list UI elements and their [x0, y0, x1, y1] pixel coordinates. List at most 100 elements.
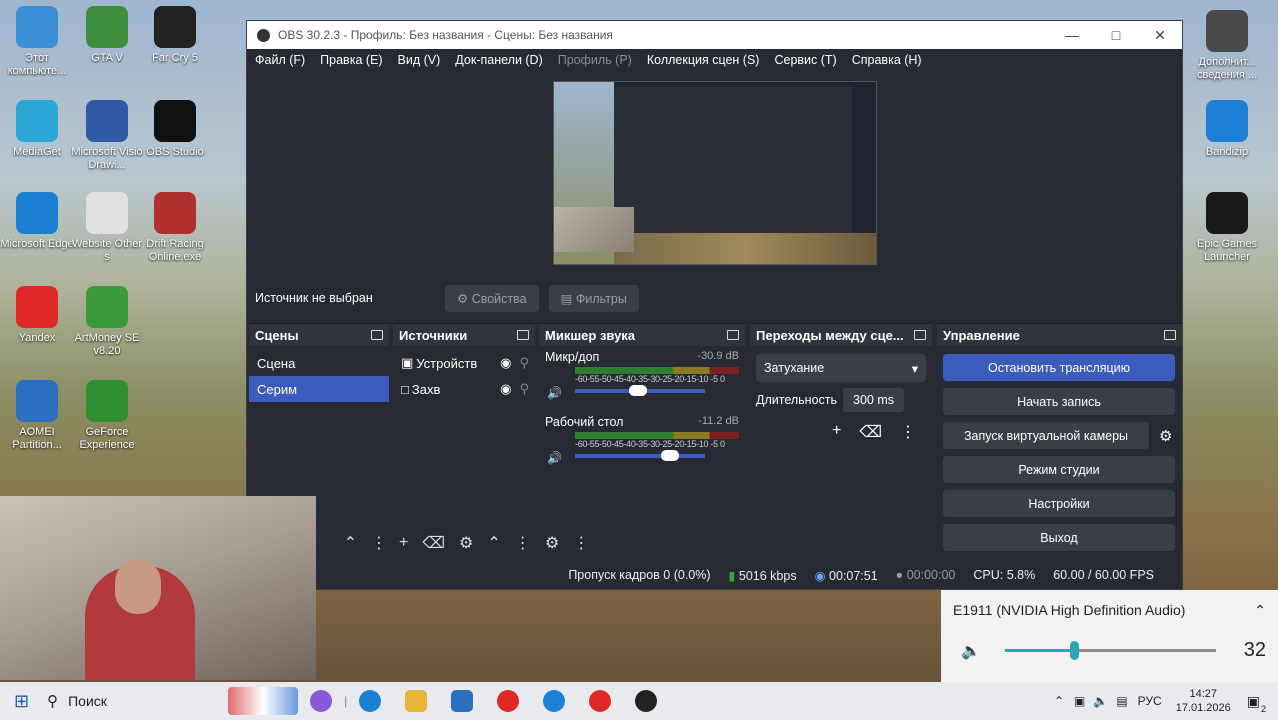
- desktop-icon[interactable]: Website Other s: [70, 192, 144, 264]
- menu-tools[interactable]: Сервис (T): [774, 53, 836, 67]
- minimize-button[interactable]: —: [1050, 27, 1094, 43]
- trash-icon[interactable]: ⌫: [859, 422, 882, 442]
- stop-streaming-button[interactable]: Остановить трансляцию: [943, 354, 1175, 381]
- menu-help[interactable]: Справка (H): [852, 53, 922, 67]
- desktop-icon[interactable]: GTA V: [70, 6, 144, 65]
- language-indicator[interactable]: РУС: [1138, 694, 1162, 708]
- desktop-icon[interactable]: Yandex: [0, 286, 74, 345]
- undock-icon[interactable]: [517, 330, 529, 340]
- preview-canvas[interactable]: [553, 81, 877, 265]
- app-icon: [86, 286, 128, 328]
- store-icon[interactable]: [451, 690, 474, 712]
- menu-file[interactable]: Файл (F): [255, 53, 305, 67]
- obs-icon[interactable]: [635, 690, 658, 712]
- speaker-icon[interactable]: 🔊: [547, 451, 562, 465]
- desktop-icon[interactable]: Bandizip: [1190, 100, 1264, 159]
- lock-icon[interactable]: ⚲: [519, 381, 529, 397]
- yandex-browser-icon[interactable]: [589, 690, 612, 712]
- gear-icon[interactable]: ⚙: [1159, 427, 1172, 456]
- scene-item[interactable]: Сцена: [249, 350, 389, 376]
- volume-slider[interactable]: [1004, 641, 1216, 660]
- app-icon: [86, 380, 128, 422]
- trash-icon[interactable]: ⌫: [422, 533, 445, 553]
- move-up-icon[interactable]: ⌃: [487, 533, 500, 553]
- menu-view[interactable]: Вид (V): [398, 53, 441, 67]
- desktop-icon[interactable]: Far Cry 5: [138, 6, 212, 65]
- eye-icon[interactable]: ◉: [500, 381, 511, 397]
- volume-knob[interactable]: [661, 450, 680, 461]
- chevron-up-icon[interactable]: ⌃: [1054, 694, 1064, 708]
- more-icon[interactable]: ⋮: [900, 422, 916, 442]
- volume-slider-thumb[interactable]: [1070, 641, 1080, 660]
- audio-device-name[interactable]: E1911 (NVIDIA High Definition Audio): [953, 602, 1185, 619]
- move-up-icon[interactable]: ⌃: [344, 533, 357, 553]
- menu-scene-collection[interactable]: Коллекция сцен (S): [647, 53, 760, 67]
- undock-icon[interactable]: [914, 330, 926, 340]
- exit-button[interactable]: Выход: [943, 524, 1175, 551]
- menu-docks[interactable]: Док-панели (D): [455, 53, 542, 67]
- desktop-icon[interactable]: Epic Games Launcher: [1190, 192, 1264, 264]
- source-item[interactable]: ▣ Устройств ◉ ⚲: [393, 350, 535, 376]
- volume-slider[interactable]: [575, 450, 705, 461]
- device-icon[interactable]: ▤: [1116, 694, 1127, 708]
- desktop-icon[interactable]: Дополнит... сведения ...: [1190, 10, 1264, 82]
- properties-button[interactable]: ⚙ Свойства: [445, 284, 539, 312]
- scene-item[interactable]: Серим: [249, 376, 389, 402]
- desktop-icon[interactable]: ArtMoney SE v8.20: [70, 286, 144, 358]
- windows-start-icon[interactable]: ⊞: [14, 691, 29, 712]
- speaker-icon[interactable]: 🔈: [1093, 694, 1108, 708]
- eye-icon[interactable]: ◉: [500, 355, 511, 371]
- duration-input[interactable]: 300 ms: [843, 388, 904, 412]
- undock-icon[interactable]: [371, 330, 383, 340]
- maximize-button[interactable]: □: [1094, 27, 1138, 43]
- desktop-icon[interactable]: AOMEI Partition...: [0, 380, 74, 452]
- settings-button[interactable]: Настройки: [943, 490, 1175, 517]
- desktop-icon[interactable]: Drift Racing Online.exe: [138, 192, 212, 264]
- search-highlight-image[interactable]: [228, 687, 299, 715]
- cortana-icon[interactable]: [310, 690, 333, 712]
- clock-date: 17.01.2026: [1175, 702, 1231, 714]
- desktop-icon[interactable]: Этот компьюте...: [0, 6, 74, 78]
- yandex-icon[interactable]: [497, 690, 520, 712]
- start-recording-button[interactable]: Начать запись: [943, 388, 1175, 415]
- chevron-up-icon[interactable]: ⌃: [1254, 602, 1266, 619]
- stream-icon: ◉: [814, 568, 826, 583]
- advanced-audio-icon[interactable]: ⚙: [545, 533, 559, 553]
- search-box[interactable]: Поиск: [68, 693, 228, 709]
- volume-slider[interactable]: [575, 385, 705, 396]
- undock-icon[interactable]: [1164, 330, 1176, 340]
- speaker-icon[interactable]: 🔈: [961, 641, 981, 661]
- desktop-icon[interactable]: MediaGet: [0, 100, 74, 159]
- more-icon[interactable]: ⋮: [515, 533, 531, 553]
- menu-profile[interactable]: Профиль (P): [558, 53, 632, 67]
- desktop-icon[interactable]: GeForce Experience: [70, 380, 144, 452]
- app-icon: [16, 192, 58, 234]
- desktop-icon[interactable]: OBS Studio: [138, 100, 212, 159]
- notification-icon[interactable]: ▣ 2: [1247, 693, 1266, 714]
- lock-icon[interactable]: ⚲: [519, 355, 529, 371]
- volume-knob[interactable]: [628, 385, 647, 396]
- meter-scale: -60-55-50-45-40-35-30-25-20-15-10 -5 0: [575, 374, 725, 384]
- more-icon[interactable]: ⋮: [371, 533, 387, 553]
- bandizip-icon[interactable]: [543, 690, 566, 712]
- file-explorer-icon[interactable]: [405, 690, 428, 712]
- more-icon[interactable]: ⋮: [573, 533, 589, 553]
- desktop-icon[interactable]: Microsoft Edge: [0, 192, 74, 251]
- add-source-icon[interactable]: +: [399, 534, 408, 552]
- undock-icon[interactable]: [727, 330, 739, 340]
- menu-edit[interactable]: Правка (E): [320, 53, 382, 67]
- desktop-icon[interactable]: Microsoft Visio Drawi...: [70, 100, 144, 172]
- source-item[interactable]: □ Захв ◉ ⚲: [393, 376, 535, 402]
- close-button[interactable]: ✕: [1138, 27, 1182, 44]
- transition-select[interactable]: Затухание ▾: [756, 354, 926, 382]
- clock[interactable]: 14:27 17.01.2026: [1176, 687, 1231, 715]
- edge-icon[interactable]: [359, 690, 382, 712]
- filters-button[interactable]: ▤ Фильтры: [548, 284, 639, 312]
- speaker-icon[interactable]: 🔊: [547, 386, 562, 400]
- add-transition-icon[interactable]: +: [832, 422, 841, 442]
- network-icon[interactable]: ▣: [1074, 694, 1085, 708]
- studio-mode-button[interactable]: Режим студии: [943, 456, 1175, 483]
- app-icon: [1206, 10, 1248, 52]
- virtual-camera-button[interactable]: Запуск виртуальной камеры: [943, 422, 1149, 449]
- gear-icon[interactable]: ⚙: [459, 533, 473, 553]
